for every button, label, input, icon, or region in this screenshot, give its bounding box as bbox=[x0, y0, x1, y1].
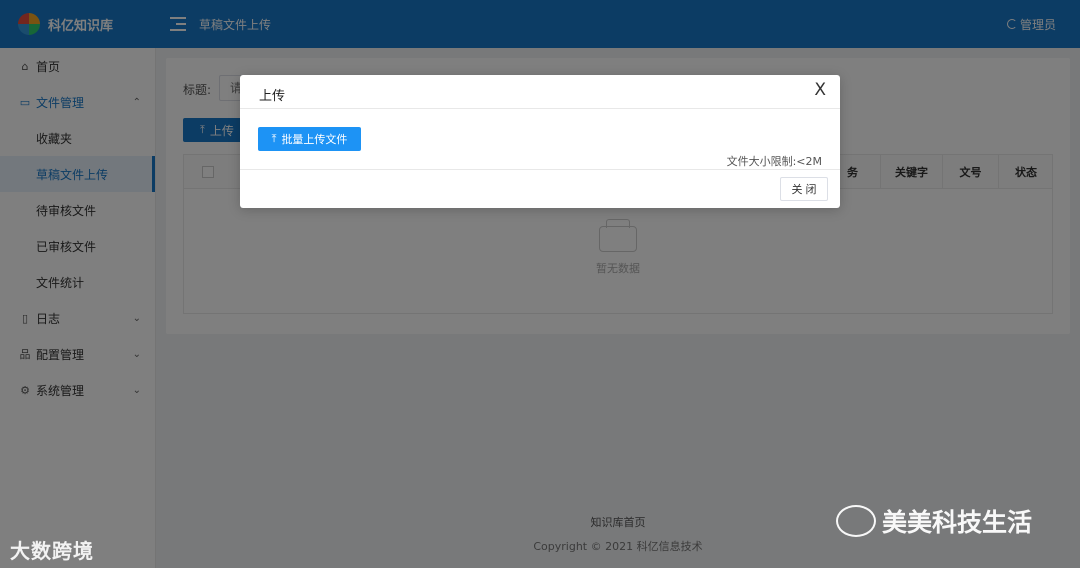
watermark-right: 美美科技生活 bbox=[836, 503, 1032, 539]
dialog-header: 上传 X bbox=[240, 75, 840, 109]
close-icon[interactable]: X bbox=[814, 81, 826, 99]
upload-dialog: 上传 X ⤒ 批量上传文件 文件大小限制:<2M 关 闭 bbox=[240, 75, 840, 208]
upload-icon: ⤒ bbox=[271, 132, 277, 145]
file-size-limit: 文件大小限制:<2M bbox=[726, 155, 822, 168]
wechat-icon bbox=[836, 505, 876, 537]
close-button[interactable]: 关 闭 bbox=[780, 177, 828, 201]
watermark-left: 大数跨境 bbox=[10, 539, 94, 563]
dialog-title: 上传 bbox=[259, 89, 286, 104]
dialog-body: ⤒ 批量上传文件 文件大小限制:<2M bbox=[240, 109, 840, 170]
batch-upload-button[interactable]: ⤒ 批量上传文件 bbox=[258, 127, 361, 151]
